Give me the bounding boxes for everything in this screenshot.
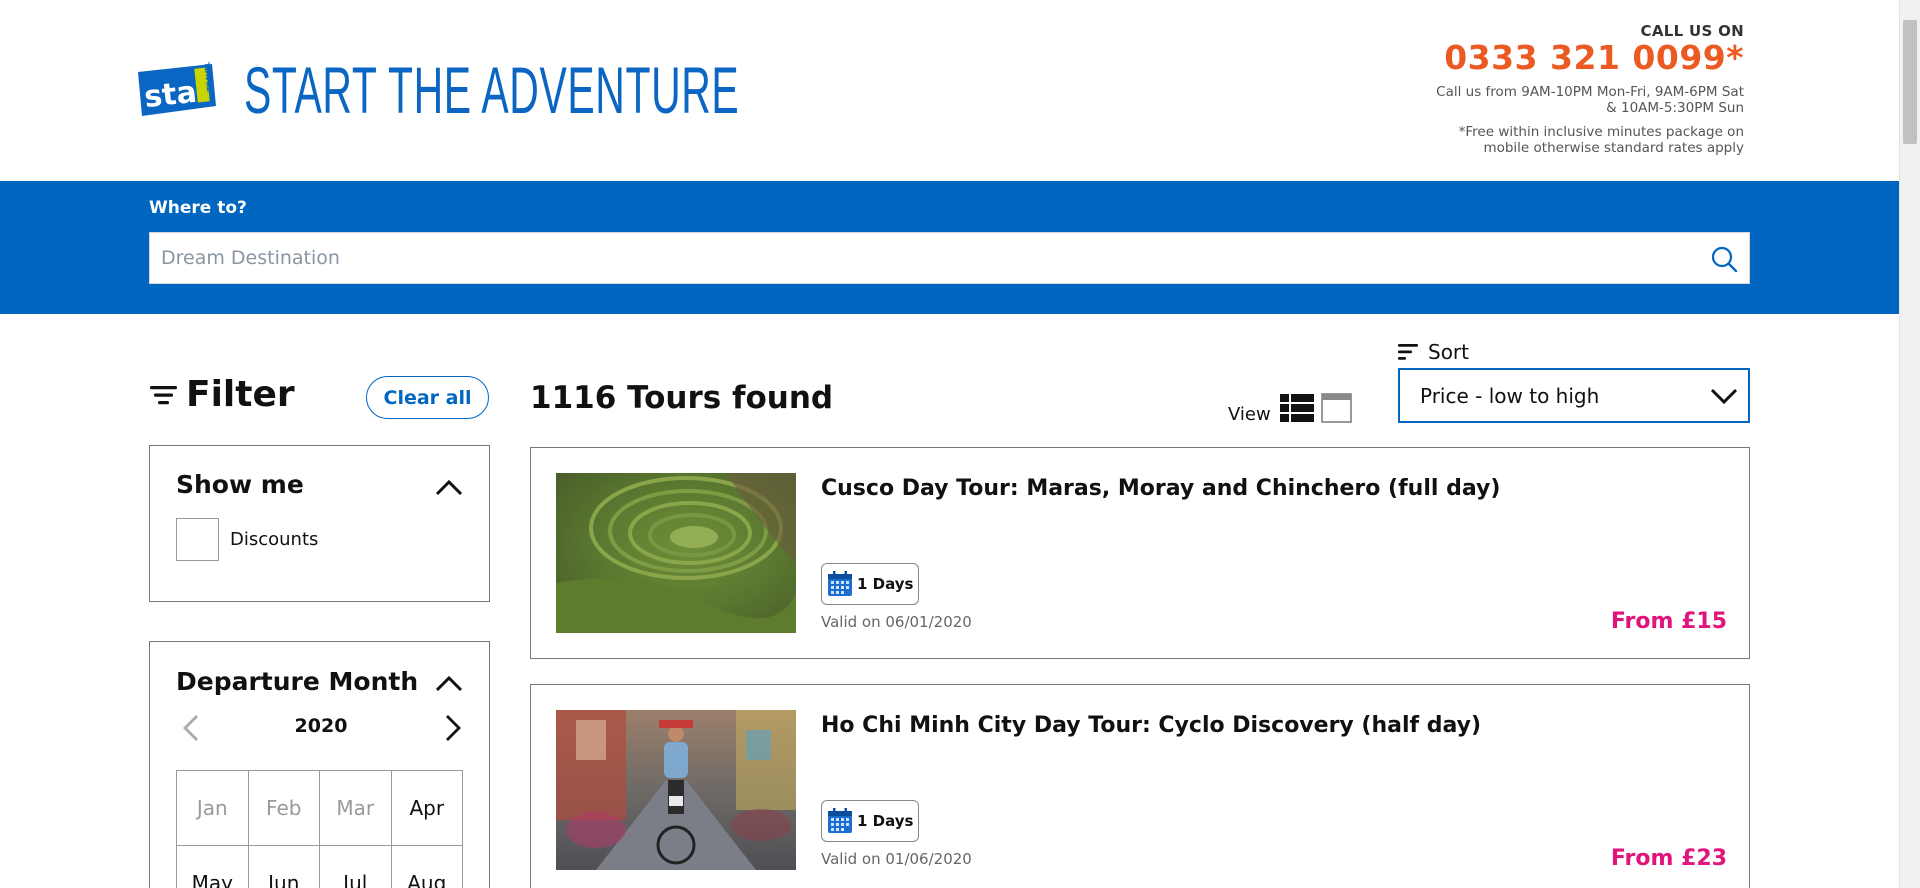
tour-price: From £15 [1610, 609, 1727, 634]
clear-all-button[interactable]: Clear all [366, 376, 489, 419]
tour-image[interactable] [556, 473, 796, 633]
valid-date: Valid on 06/01/2020 [821, 613, 972, 631]
page-scrollbar[interactable] [1899, 0, 1920, 888]
tour-card[interactable]: Ho Chi Minh City Day Tour: Cyclo Discove… [530, 684, 1750, 888]
site-header: sta TRAVEL START THE ADVENTURE CALL US O… [0, 0, 1899, 181]
call-us-block: CALL US ON 0333 321 0099* Call us from 9… [1424, 22, 1744, 156]
year-selector: 2020 [176, 710, 466, 746]
chevron-up-icon[interactable] [435, 478, 463, 496]
destination-search-box [149, 232, 1750, 284]
results-count: 1116 Tours found [530, 380, 834, 416]
departure-month-panel: Departure Month 2020 Jan Feb Mar Apr May… [149, 641, 490, 888]
list-view-icon[interactable] [1279, 393, 1314, 423]
sort-dropdown[interactable]: Price - low to high [1398, 368, 1750, 423]
sort-heading: Sort [1398, 340, 1469, 364]
month-cell: Jan [177, 771, 249, 846]
chevron-up-icon[interactable] [435, 674, 463, 692]
show-me-panel: Show me Discounts [149, 445, 490, 602]
tour-card[interactable]: Cusco Day Tour: Maras, Moray and Chinche… [530, 447, 1750, 659]
view-label: View [1228, 404, 1271, 425]
show-me-title: Show me [176, 470, 304, 499]
duration-badge: 1 Days [821, 800, 920, 842]
opening-hours-line: & 10AM-5:30PM Sun [1606, 100, 1744, 116]
page: sta TRAVEL START THE ADVENTURE CALL US O… [0, 0, 1920, 888]
tour-title[interactable]: Cusco Day Tour: Maras, Moray and Chinche… [821, 476, 1500, 501]
view-toggle: View [1228, 390, 1352, 425]
month-cell[interactable]: Aug [392, 846, 463, 888]
chevron-down-icon [1710, 388, 1738, 405]
destination-search-input[interactable] [150, 233, 1680, 283]
discounts-checkbox[interactable] [176, 518, 219, 561]
sort-selected-value: Price - low to high [1420, 383, 1600, 408]
where-to-label: Where to? [149, 198, 247, 218]
month-cell: Mar [320, 771, 392, 846]
filter-heading: Filter [149, 374, 295, 415]
year-label: 2020 [294, 715, 348, 737]
sort-label: Sort [1428, 340, 1469, 364]
search-icon[interactable] [1710, 245, 1738, 273]
scrollbar-thumb[interactable] [1903, 20, 1917, 144]
discounts-label: Discounts [230, 529, 319, 550]
calendar-icon [828, 808, 852, 833]
discounts-option[interactable]: Discounts [176, 518, 318, 561]
month-cell: Feb [248, 771, 320, 846]
duration-badge: 1 Days [821, 563, 920, 605]
duration-text: 1 Days [857, 812, 914, 830]
month-cell[interactable]: Jun [249, 846, 320, 888]
calendar-icon [828, 571, 852, 596]
tour-title[interactable]: Ho Chi Minh City Day Tour: Cyclo Discove… [821, 713, 1481, 738]
svg-text:sta: sta [143, 75, 199, 115]
phone-number[interactable]: 0333 321 0099* [1424, 40, 1744, 76]
departure-month-title: Departure Month [176, 667, 419, 696]
opening-hours: Call us from 9AM-10PM Mon-Fri, 9AM-6PM S… [1424, 84, 1744, 116]
tour-image[interactable] [556, 710, 796, 870]
month-cell[interactable]: Jul [320, 846, 392, 888]
sort-icon [1398, 344, 1418, 360]
month-cell[interactable]: Apr [391, 771, 463, 846]
search-band: Where to? [0, 181, 1899, 314]
opening-hours-line: Call us from 9AM-10PM Mon-Fri, 9AM-6PM S… [1436, 84, 1744, 100]
call-rates-line: mobile otherwise standard rates apply [1483, 140, 1744, 156]
tagline: START THE ADVENTURE [244, 53, 740, 127]
month-cell[interactable]: May [177, 846, 249, 888]
sta-travel-logo[interactable]: sta TRAVEL [134, 62, 216, 118]
call-rates-note: *Free within inclusive minutes package o… [1424, 124, 1744, 156]
month-grid: Jan Feb Mar Apr May Jun Jul Aug [176, 770, 463, 888]
filter-icon [150, 385, 177, 404]
filter-title: Filter [186, 374, 295, 415]
chevron-right-icon[interactable] [444, 714, 462, 742]
card-view-icon[interactable] [1320, 392, 1352, 423]
duration-text: 1 Days [857, 575, 914, 593]
call-rates-line: *Free within inclusive minutes package o… [1458, 124, 1744, 140]
valid-date: Valid on 01/06/2020 [821, 850, 972, 868]
tour-price: From £23 [1610, 846, 1727, 871]
